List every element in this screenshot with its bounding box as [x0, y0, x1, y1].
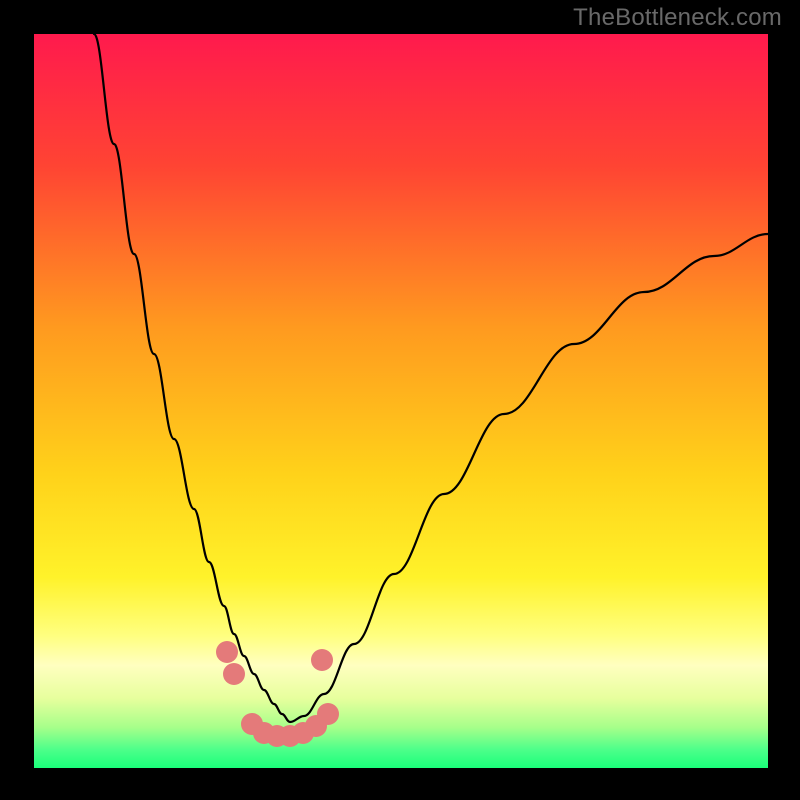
- curve-layer: [34, 34, 768, 768]
- marker-dot: [223, 663, 245, 685]
- watermark-text: TheBottleneck.com: [573, 4, 782, 32]
- chart-frame: TheBottleneck.com: [0, 0, 800, 800]
- marker-dot: [317, 703, 339, 725]
- plot-area: [34, 34, 768, 768]
- v-curve: [94, 34, 768, 722]
- marker-dot: [311, 649, 333, 671]
- marker-dot: [216, 641, 238, 663]
